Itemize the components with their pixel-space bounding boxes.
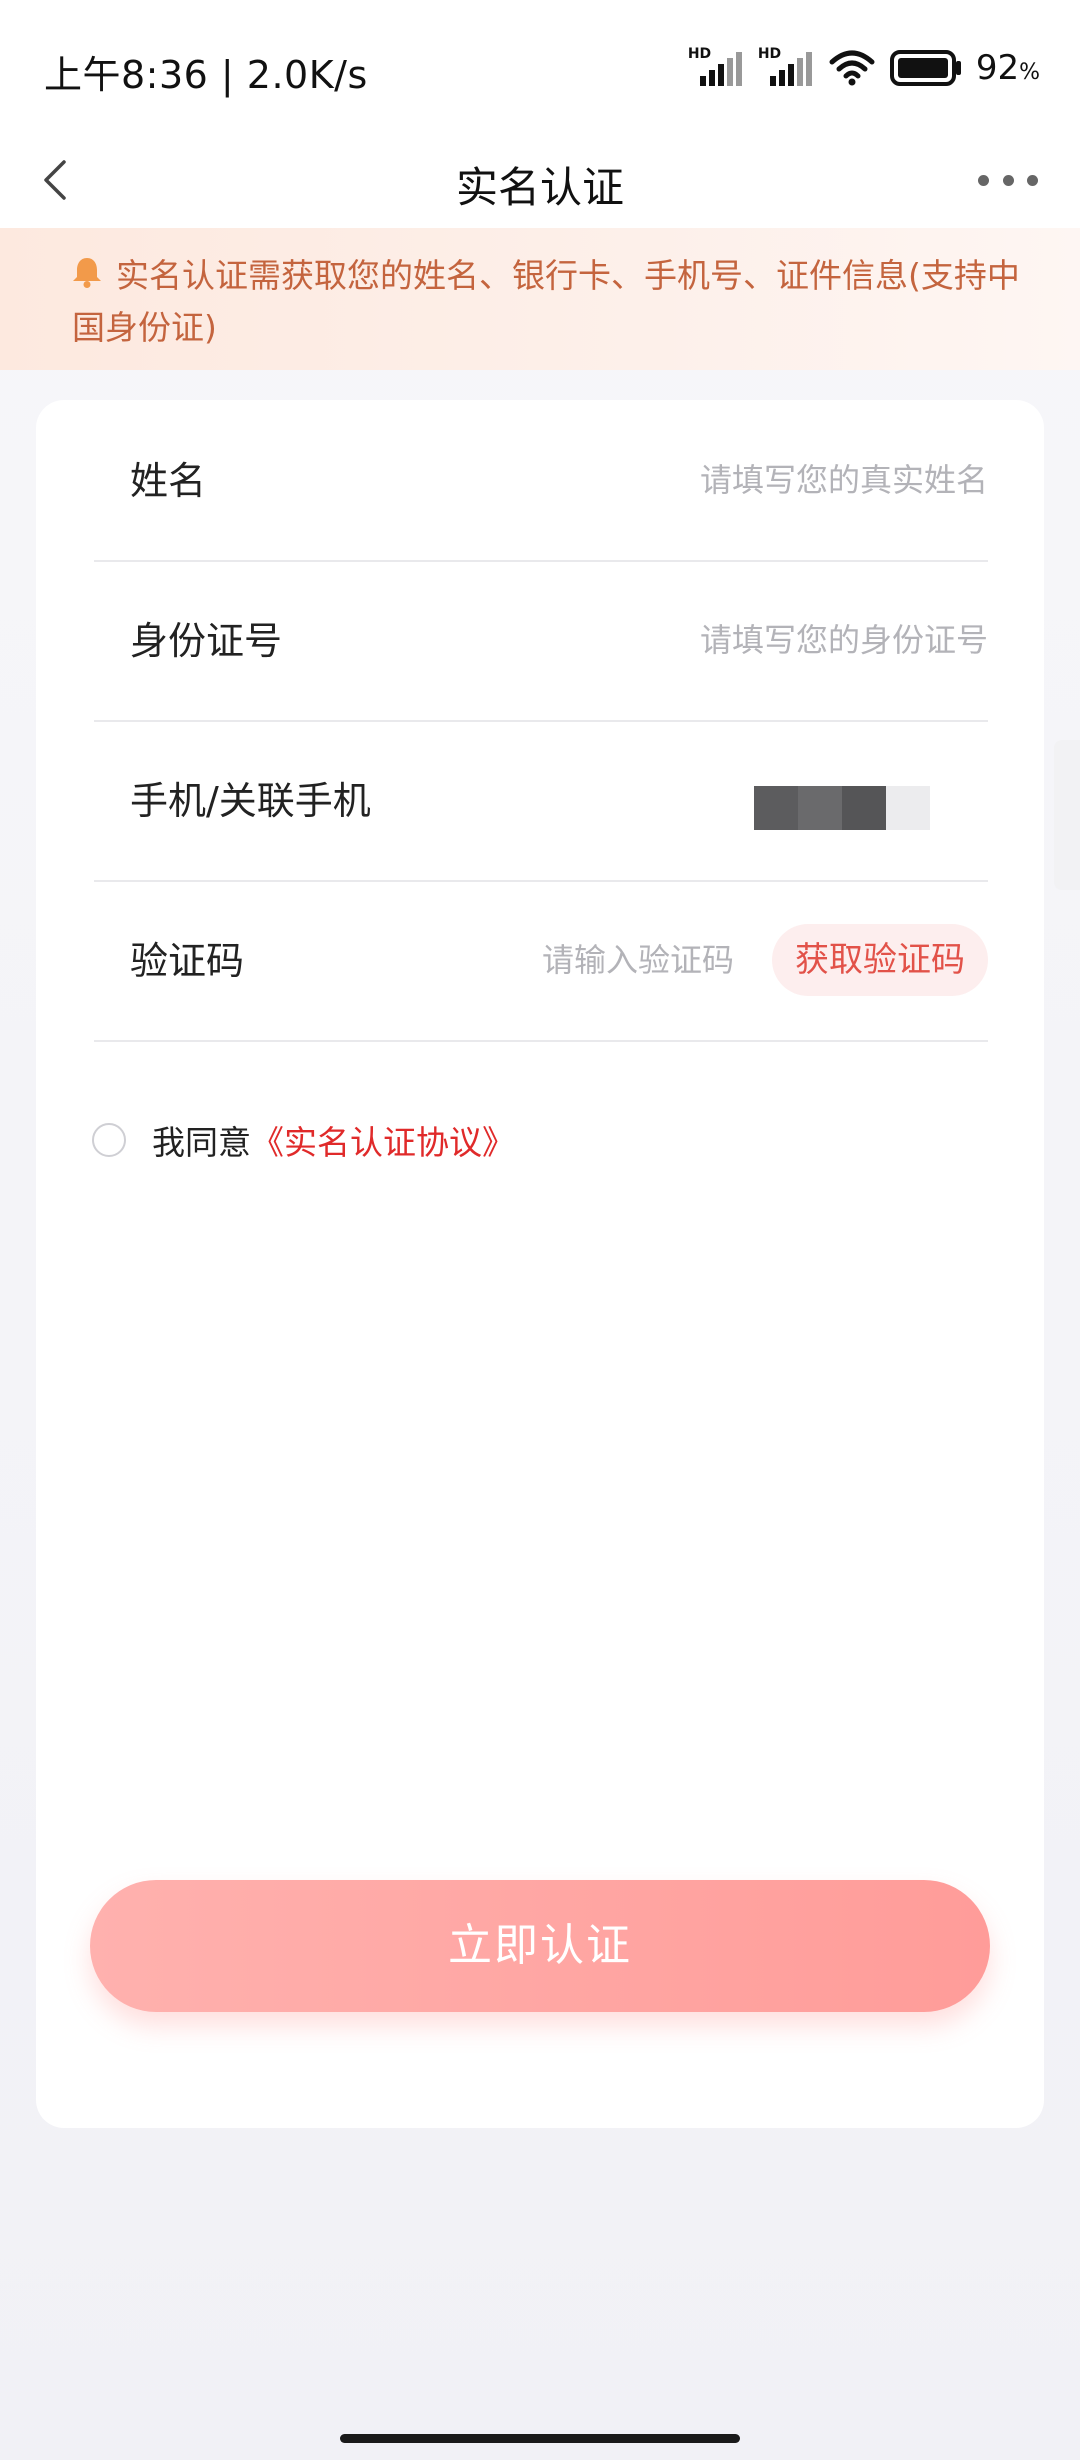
- notice-banner: 实名认证需获取您的姓名、银行卡、手机号、证件信息(支持中国身份证): [0, 228, 1080, 370]
- page-title: 实名认证: [455, 163, 624, 212]
- name-input[interactable]: [548, 452, 988, 508]
- battery-percent: 92%: [975, 48, 1040, 88]
- get-code-button[interactable]: 获取验证码: [772, 924, 988, 996]
- verification-code-input[interactable]: [494, 932, 734, 988]
- agreement-link[interactable]: 《实名认证协议》: [251, 1116, 515, 1164]
- signal-icon-2: HD: [758, 46, 814, 88]
- name-label: 姓名: [130, 459, 207, 503]
- verification-form-card: 姓名 身份证号 手机/关联手机 验证码 获取验证码 我同意 《实名认证协议》 立…: [36, 400, 1044, 2128]
- verification-code-row: 验证码 获取验证码: [94, 880, 988, 1042]
- agreement-prefix: 我同意: [152, 1123, 251, 1162]
- submit-verification-button[interactable]: 立即认证: [90, 1880, 990, 2012]
- battery-icon: [889, 50, 961, 86]
- more-options-icon[interactable]: [978, 160, 1038, 200]
- agreement-row: 我同意 《实名认证协议》: [92, 1115, 515, 1165]
- home-indicator[interactable]: [340, 2434, 740, 2443]
- signal-icon: HD: [688, 46, 744, 88]
- nav-bar: 实名认证: [0, 130, 1080, 230]
- phone-row[interactable]: 手机/关联手机: [94, 720, 988, 882]
- id-number-label: 身份证号: [130, 619, 283, 663]
- id-number-input[interactable]: [548, 612, 988, 668]
- status-icons: HD HD 92%: [688, 46, 1040, 88]
- side-edge-handle: [1054, 740, 1080, 890]
- wifi-icon: [829, 50, 875, 86]
- status-bar: 上午8:36 | 2.0K/s HD HD 92%: [0, 0, 1080, 130]
- name-row: 姓名: [94, 400, 988, 562]
- status-time: 上午8:36 | 2.0K/s: [44, 53, 368, 97]
- notice-text: 实名认证需获取您的姓名、银行卡、手机号、证件信息(支持中国身份证): [72, 256, 1020, 347]
- id-number-row: 身份证号: [94, 560, 988, 722]
- phone-label: 手机/关联手机: [130, 779, 371, 823]
- masked-phone-value: [754, 786, 930, 830]
- verification-code-label: 验证码: [130, 939, 245, 983]
- agreement-checkbox[interactable]: [92, 1123, 126, 1157]
